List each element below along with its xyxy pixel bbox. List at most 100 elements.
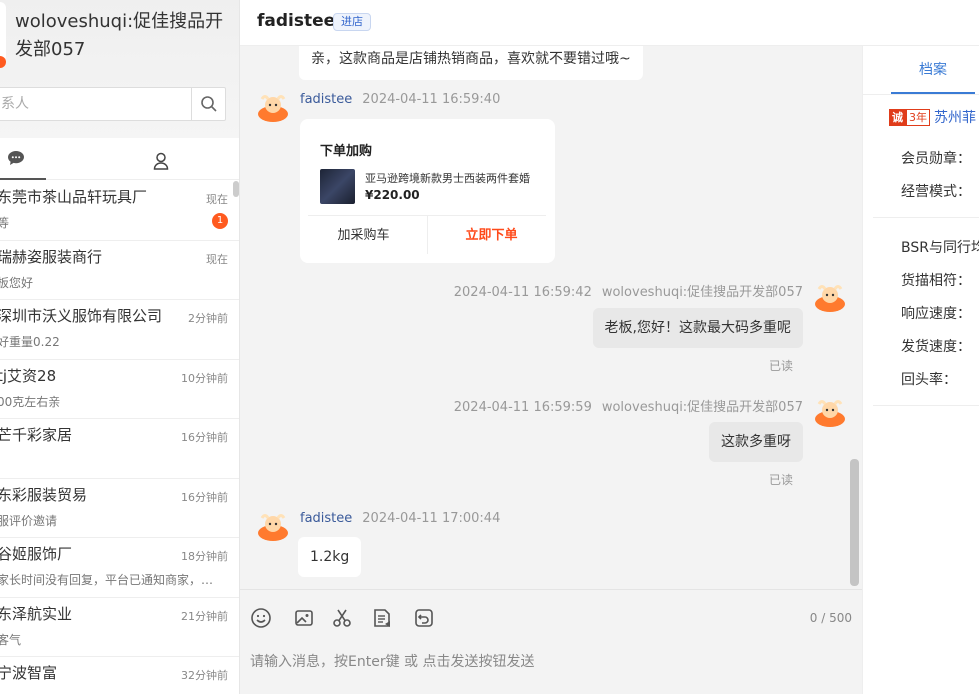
conversation-item[interactable]: tj艾资28 10分钟前 00克左右亲 bbox=[0, 360, 239, 419]
sender-name: fadistee bbox=[300, 511, 353, 526]
conversation-last-message: 客气 bbox=[0, 632, 22, 647]
chat-panel: fadistee 进店 亲，这款商品是店铺热销商品，喜欢就不要错过哦~ fadi… bbox=[240, 0, 979, 694]
company-name-link[interactable]: 苏州菲 bbox=[934, 107, 976, 127]
message-meta: 2024-04-11 16:59:59 woloveshuqi:促佳搜品开发部05… bbox=[454, 396, 803, 415]
user-avatar[interactable] bbox=[0, 2, 6, 62]
message-time: 2024-04-11 16:59:40 bbox=[362, 92, 501, 107]
conversation-item[interactable]: 东莞市茶山品轩玩具厂 现在 等 1 bbox=[0, 181, 239, 241]
tab-contacts[interactable] bbox=[150, 150, 172, 172]
profile-field-label: 回头率： bbox=[901, 372, 957, 388]
seller-avatar-icon bbox=[258, 514, 288, 541]
conversation-item[interactable]: 芒千彩家居 16分钟前 ! bbox=[0, 419, 239, 479]
emoji-button[interactable] bbox=[249, 606, 273, 630]
profile-field-label: BSR与同行均 bbox=[901, 240, 979, 256]
trust-badge-years: 3年 bbox=[906, 109, 930, 126]
conversation-time: 16分钟前 bbox=[181, 431, 228, 444]
conversation-name: 东莞市茶山品轩玩具厂 bbox=[0, 188, 148, 206]
chat-icon bbox=[8, 151, 24, 165]
conversation-time: 32分钟前 bbox=[181, 669, 228, 682]
conversation-time: 现在 bbox=[206, 193, 228, 206]
message-input[interactable] bbox=[250, 642, 850, 682]
product-thumbnail[interactable] bbox=[320, 169, 355, 204]
message-list: 亲，这款商品是店铺热销商品，喜欢就不要错过哦~ fadistee 2024-04-… bbox=[240, 46, 862, 589]
trust-badge: 诚 3年 bbox=[889, 109, 930, 126]
contacts-icon bbox=[153, 152, 169, 170]
emoji-icon bbox=[251, 608, 271, 628]
divider bbox=[873, 405, 979, 406]
message-meta: 2024-04-11 16:59:42 woloveshuqi:促佳搜品开发部05… bbox=[454, 281, 803, 300]
conversation-item[interactable]: 东彩服装贸易 16分钟前 服评价邀请 bbox=[0, 479, 239, 538]
order-card-title: 下单加购 bbox=[320, 144, 373, 159]
profile-panel: 档案 诚 3年 苏州菲 会员勋章： 经营模式： BSR与同行均 货描相符： 响应速… bbox=[862, 46, 979, 694]
profile-field-label: 发货速度： bbox=[901, 339, 971, 355]
message-time: 2024-04-11 16:59:42 bbox=[453, 285, 592, 300]
profile-field-label: 会员勋章： bbox=[901, 151, 971, 167]
message-bubble: 亲，这款商品是店铺热销商品，喜欢就不要错过哦~ bbox=[299, 46, 643, 80]
search-box bbox=[0, 87, 226, 121]
conversation-last-message: 板您好 bbox=[0, 275, 34, 290]
conversation-name: 芒千彩家居 bbox=[0, 426, 73, 444]
image-button[interactable] bbox=[292, 606, 316, 630]
user-avatar-icon bbox=[815, 285, 845, 312]
product-price: ¥220.00 bbox=[365, 188, 420, 202]
sidebar-header: woloveshuqi:促佳搜品开发部057 bbox=[0, 0, 239, 138]
message-composer: 0 / 500 bbox=[240, 589, 862, 694]
current-user-name: woloveshuqi:促佳搜品开发部057 bbox=[15, 11, 224, 60]
conversation-last-message: ! bbox=[0, 452, 219, 466]
product-title[interactable]: 亚马逊跨境新款男士西装两件套婚 bbox=[365, 170, 545, 186]
conversation-time: 2分钟前 bbox=[188, 312, 228, 325]
conversation-last-message: 服评价邀请 bbox=[0, 513, 58, 528]
order-card: 下单加购 亚马逊跨境新款男士西装两件套婚 ¥220.00 加采购车 立即下单 bbox=[300, 119, 555, 263]
profile-field-label: 响应速度： bbox=[901, 306, 971, 322]
seller-avatar-icon bbox=[258, 95, 288, 122]
sender-name: woloveshuqi:促佳搜品开发部057 bbox=[601, 400, 803, 415]
read-receipt: 已读 bbox=[769, 359, 794, 373]
user-avatar-icon bbox=[815, 400, 845, 427]
message-meta: fadistee 2024-04-11 17:00:44 bbox=[300, 511, 500, 526]
conversation-list-scrollbar[interactable] bbox=[233, 181, 239, 197]
add-to-cart-button[interactable]: 加采购车 bbox=[300, 216, 427, 256]
conversation-name: 东彩服装贸易 bbox=[0, 485, 88, 504]
message-bubble: 老板,您好！这款最大码多重呢 bbox=[592, 308, 803, 348]
enter-shop-button[interactable]: 进店 bbox=[333, 13, 371, 31]
conversation-time: 21分钟前 bbox=[181, 609, 228, 623]
conversation-name: 谷姬服饰厂 bbox=[0, 545, 73, 563]
document-icon bbox=[374, 609, 390, 627]
message-list-scrollbar[interactable] bbox=[850, 459, 859, 586]
conversation-item[interactable]: 瑞赫姿服装商行 现在 板您好 bbox=[0, 241, 239, 300]
conversation-time: 10分钟前 bbox=[181, 371, 228, 385]
history-button[interactable] bbox=[412, 606, 436, 630]
search-input[interactable] bbox=[0, 88, 189, 120]
message-time: 2024-04-11 17:00:44 bbox=[362, 511, 501, 526]
chat-title: fadistee bbox=[257, 11, 336, 31]
conversation-time: 16分钟前 bbox=[181, 490, 228, 504]
conversation-item[interactable]: 东泽航实业 21分钟前 客气 bbox=[0, 598, 239, 657]
conversation-last-message: 等 bbox=[0, 214, 219, 231]
profile-field-label: 货描相符： bbox=[901, 273, 971, 289]
buy-now-button[interactable]: 立即下单 bbox=[428, 216, 555, 256]
trust-badge-label: 诚 bbox=[889, 109, 906, 126]
tab-chats[interactable] bbox=[0, 138, 46, 180]
conversation-last-message: 家长时间没有回复，平台已通知商家，… bbox=[0, 573, 214, 587]
image-icon bbox=[295, 610, 313, 626]
conversation-item[interactable]: 宁波智富 32分钟前 bbox=[0, 657, 239, 694]
tab-profile[interactable]: 档案 bbox=[891, 46, 975, 94]
screenshot-button[interactable] bbox=[330, 606, 354, 630]
conversation-sidebar: woloveshuqi:促佳搜品开发部057 东莞市茶山品轩玩具厂 现在 等 1… bbox=[0, 0, 240, 694]
character-count: 0 / 500 bbox=[809, 611, 852, 625]
search-button[interactable] bbox=[191, 88, 225, 120]
conversation-name: 深圳市沃义服饰有限公司 bbox=[0, 307, 163, 325]
conversation-name: 瑞赫姿服装商行 bbox=[0, 247, 103, 266]
sender-name: woloveshuqi:促佳搜品开发部057 bbox=[601, 285, 803, 300]
message-bubble: 1.2kg bbox=[298, 537, 362, 577]
read-receipt: 已读 bbox=[769, 473, 794, 487]
conversation-time: 18分钟前 bbox=[181, 550, 228, 563]
conversation-item[interactable]: 深圳市沃义服饰有限公司 2分钟前 好重量0.22 bbox=[0, 300, 239, 360]
conversation-item[interactable]: 谷姬服饰厂 18分钟前 家长时间没有回复，平台已通知商家，… bbox=[0, 538, 239, 598]
conversation-list: 东莞市茶山品轩玩具厂 现在 等 1 瑞赫姿服装商行 现在 板您好 深圳市沃义服饰… bbox=[0, 181, 239, 694]
divider bbox=[863, 94, 979, 95]
profile-field-label: 经营模式： bbox=[901, 184, 971, 200]
quick-reply-button[interactable] bbox=[370, 606, 394, 630]
conversation-name: 宁波智富 bbox=[0, 664, 58, 682]
history-icon bbox=[415, 609, 433, 627]
